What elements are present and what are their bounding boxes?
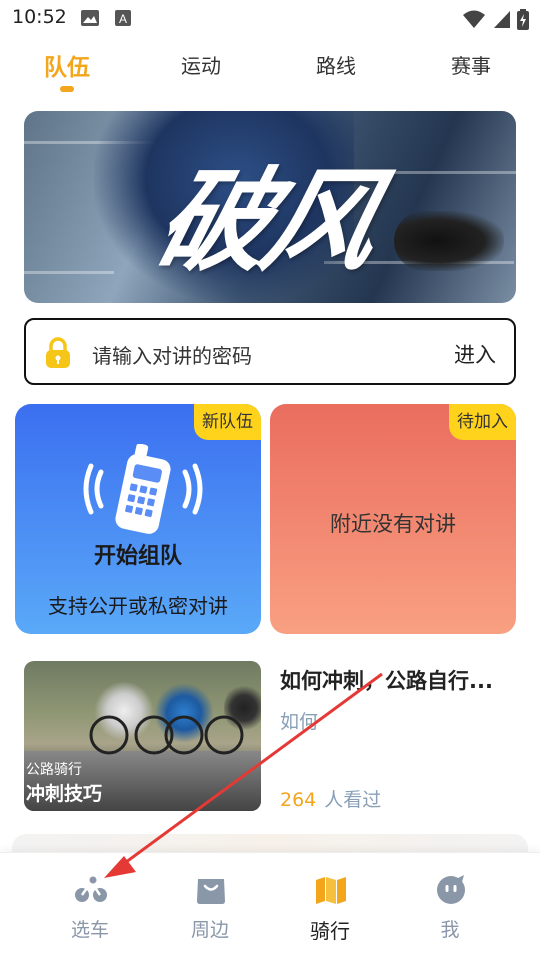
walkie-talkie-icon (83, 444, 203, 534)
view-count-number: 264 (280, 789, 317, 811)
screen: 10:52 A 队伍 运动 路线 赛事 破风 请输入对讲的密码 进入 新队伍 开… (0, 0, 540, 960)
nav-item-ride[interactable]: 骑行 (270, 853, 390, 953)
tab-route[interactable]: 路线 (316, 50, 356, 79)
nav-label-ride: 骑行 (310, 919, 350, 943)
battery-charging-icon (517, 9, 529, 30)
start-team-title: 开始组队 (93, 544, 182, 569)
nearby-intercom-card[interactable]: 待加入 附近没有对讲 (270, 404, 516, 634)
lock-icon (46, 337, 70, 368)
keyboard-notification-icon: A (115, 10, 131, 26)
svg-text:A: A (119, 12, 127, 26)
image-notification-icon (81, 10, 99, 26)
nav-label-select-bike: 选车 (70, 919, 109, 941)
tab-race[interactable]: 赛事 (451, 50, 491, 79)
no-nearby-intercom-message: 附近没有对讲 (330, 512, 456, 536)
start-team-card[interactable]: 新队伍 开始组队 支持公开或私密对讲 (15, 404, 261, 634)
pending-join-tag: 待加入 (449, 404, 516, 440)
bottom-navigation: 选车 周边 骑行 我 (0, 852, 540, 960)
bike-icon (75, 876, 107, 902)
article-subtitle: 如何 (280, 711, 319, 733)
new-team-tag: 新队伍 (194, 404, 261, 440)
nav-label-me: 我 (440, 919, 460, 941)
thumbnail-caption-small: 公路骑行 (26, 762, 82, 778)
promo-banner[interactable]: 破风 (24, 111, 516, 303)
nav-item-select-bike[interactable]: 选车 (30, 853, 150, 953)
cell-signal-icon (494, 11, 510, 28)
thumbnail-caption-big: 冲刺技巧 (26, 783, 103, 805)
view-count-suffix: 人看过 (324, 789, 382, 811)
article-view-count: 264 人看过 (280, 785, 381, 812)
banner-title: 破风 (143, 156, 388, 287)
status-bar: 10:52 A (0, 0, 540, 36)
nav-label-nearby: 周边 (190, 919, 229, 941)
start-team-subtitle: 支持公开或私密对讲 (48, 594, 228, 618)
active-tab-indicator (60, 86, 74, 92)
face-icon (437, 875, 465, 904)
map-icon (316, 877, 346, 904)
shopping-bag-icon (197, 879, 225, 904)
intercom-password-field[interactable]: 请输入对讲的密码 进入 (24, 318, 516, 385)
top-tabs: 队伍 运动 路线 赛事 (0, 46, 540, 96)
article-thumbnail: 公路骑行 冲刺技巧 (24, 661, 261, 811)
wifi-icon (463, 10, 485, 28)
article-title: 如何冲刺，公路自行... (280, 669, 493, 693)
banner-glove-image (394, 211, 504, 271)
status-time: 10:52 (12, 6, 67, 28)
article-item[interactable]: 公路骑行 冲刺技巧 如何冲刺，公路自行... 如何 264 人看过 (24, 661, 516, 813)
password-placeholder: 请输入对讲的密码 (92, 344, 252, 368)
enter-button[interactable]: 进入 (454, 339, 496, 369)
tab-team[interactable]: 队伍 (44, 48, 90, 82)
bicycle-wheels-graphic (89, 715, 244, 755)
nav-item-nearby[interactable]: 周边 (150, 853, 270, 953)
tab-sport[interactable]: 运动 (181, 50, 221, 79)
nav-item-me[interactable]: 我 (390, 853, 510, 953)
